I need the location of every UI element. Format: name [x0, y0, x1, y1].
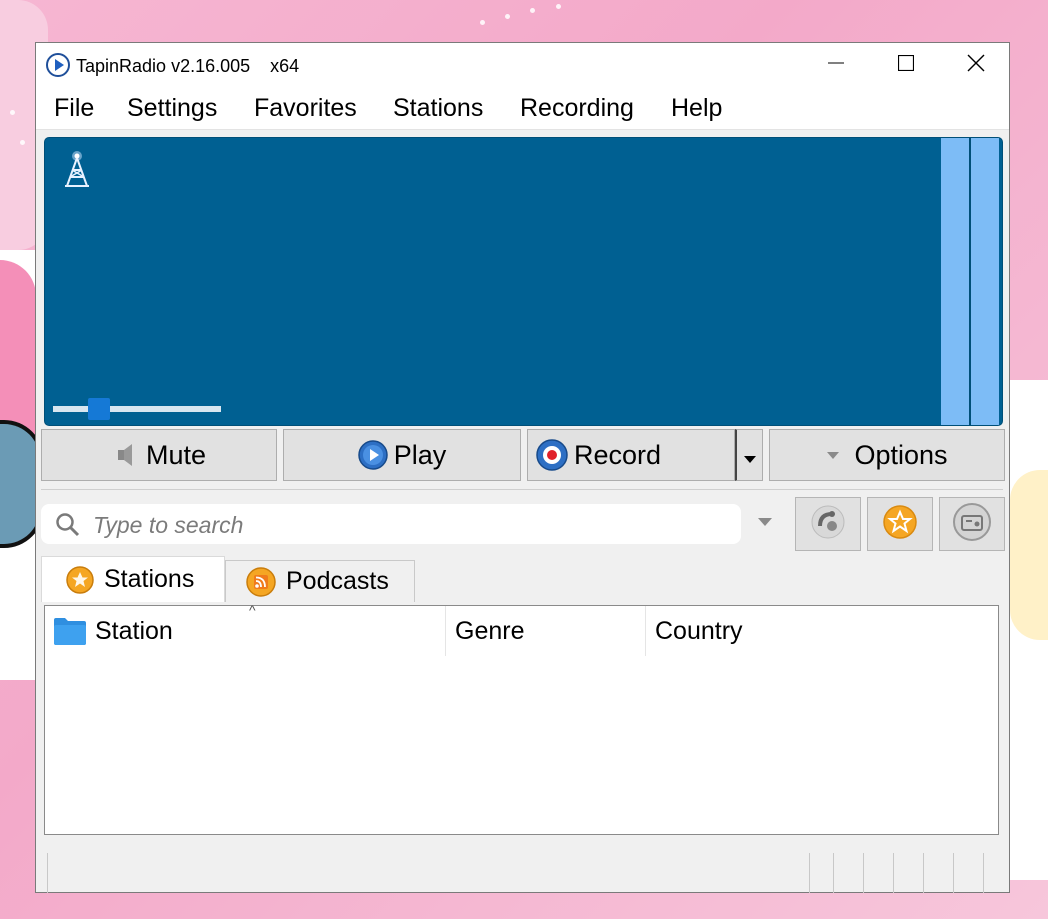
station-list[interactable]: ^ Station Genre Country [44, 602, 999, 835]
close-button[interactable] [941, 43, 1011, 87]
window-title: TapinRadio v2.16.005 x64 [76, 56, 300, 76]
column-station-label: Station [95, 616, 173, 645]
status-divider [47, 853, 48, 893]
now-playing-display [44, 137, 1003, 426]
maximize-icon [897, 54, 915, 76]
level-meter-left [941, 138, 969, 425]
status-divider [809, 853, 810, 893]
phone-rotate-button[interactable] [795, 497, 861, 551]
wallpaper-dot [530, 8, 535, 13]
search-box[interactable] [41, 504, 741, 544]
column-country-label: Country [655, 616, 743, 645]
status-divider [833, 853, 834, 893]
search-input[interactable] [91, 509, 725, 541]
wallpaper-dot [20, 140, 25, 145]
column-header-country[interactable]: Country [645, 606, 998, 656]
tapinradio-play-icon[interactable] [46, 53, 70, 77]
sort-ascending-icon: ^ [249, 602, 256, 618]
chevron-down-icon [743, 440, 757, 471]
level-meter-right [971, 138, 999, 425]
status-bar [41, 849, 1006, 893]
title-bar: TapinRadio v2.16.005 x64 [36, 43, 1009, 87]
wallpaper-dot [480, 20, 485, 25]
mute-label: Mute [145, 439, 207, 470]
wallpaper-shape [1010, 470, 1048, 640]
divider [41, 489, 1003, 490]
favorite-star-button[interactable] [867, 497, 933, 551]
menu-file[interactable]: File [52, 92, 96, 125]
favorite-star-icon [882, 504, 918, 545]
column-header-genre[interactable]: Genre [445, 606, 645, 656]
record-label: Record [574, 439, 662, 470]
app-window: TapinRadio v2.16.005 x64 File Settings F… [35, 42, 1010, 893]
phone-rotate-icon [810, 504, 846, 545]
status-divider [953, 853, 954, 893]
wallpaper-dot [556, 4, 561, 9]
minimize-button[interactable] [801, 43, 871, 87]
menu-stations[interactable]: Stations [391, 92, 485, 125]
volume-slider-thumb[interactable] [88, 398, 111, 420]
tab-podcasts[interactable]: Podcasts [225, 560, 415, 602]
status-divider [863, 853, 864, 893]
volume-slider-track[interactable] [53, 406, 221, 412]
triangle-down-icon [826, 450, 840, 460]
maximize-button[interactable] [871, 43, 941, 87]
status-divider [983, 853, 984, 893]
menu-settings[interactable]: Settings [125, 92, 219, 125]
radio-button[interactable] [939, 497, 1005, 551]
radio-tower-icon [55, 148, 95, 190]
search-icon [55, 512, 81, 543]
play-icon [357, 440, 388, 470]
wallpaper-dot [505, 14, 510, 19]
menu-recording[interactable]: Recording [518, 92, 636, 125]
star-badge-icon [66, 565, 94, 594]
rss-icon [246, 566, 276, 597]
column-genre-label: Genre [455, 616, 525, 645]
folder-icon [53, 616, 87, 646]
options-button[interactable]: Options [769, 429, 1005, 481]
menu-favorites[interactable]: Favorites [252, 92, 359, 125]
search-dropdown-icon[interactable] [756, 515, 774, 533]
play-label: Play [393, 439, 447, 470]
record-icon [536, 439, 568, 471]
status-divider [893, 853, 894, 893]
record-button[interactable]: Record [527, 429, 735, 481]
record-dropdown-button[interactable] [735, 429, 763, 481]
close-icon [967, 54, 985, 77]
menu-bar: File Settings Favorites Stations Recordi… [36, 87, 1009, 130]
wallpaper-dot [10, 110, 15, 115]
column-header-station[interactable]: ^ Station [53, 602, 445, 656]
status-divider [923, 853, 924, 893]
menu-help[interactable]: Help [669, 92, 724, 125]
play-button[interactable]: Play [283, 429, 521, 481]
tab-podcasts-label: Podcasts [286, 567, 389, 595]
options-label: Options [854, 439, 948, 470]
minimize-icon [828, 55, 844, 76]
speaker-icon [112, 441, 140, 469]
radio-icon [952, 502, 992, 547]
tab-stations[interactable]: Stations [41, 556, 225, 602]
mute-button[interactable]: Mute [41, 429, 277, 481]
tab-stations-label: Stations [104, 565, 195, 593]
